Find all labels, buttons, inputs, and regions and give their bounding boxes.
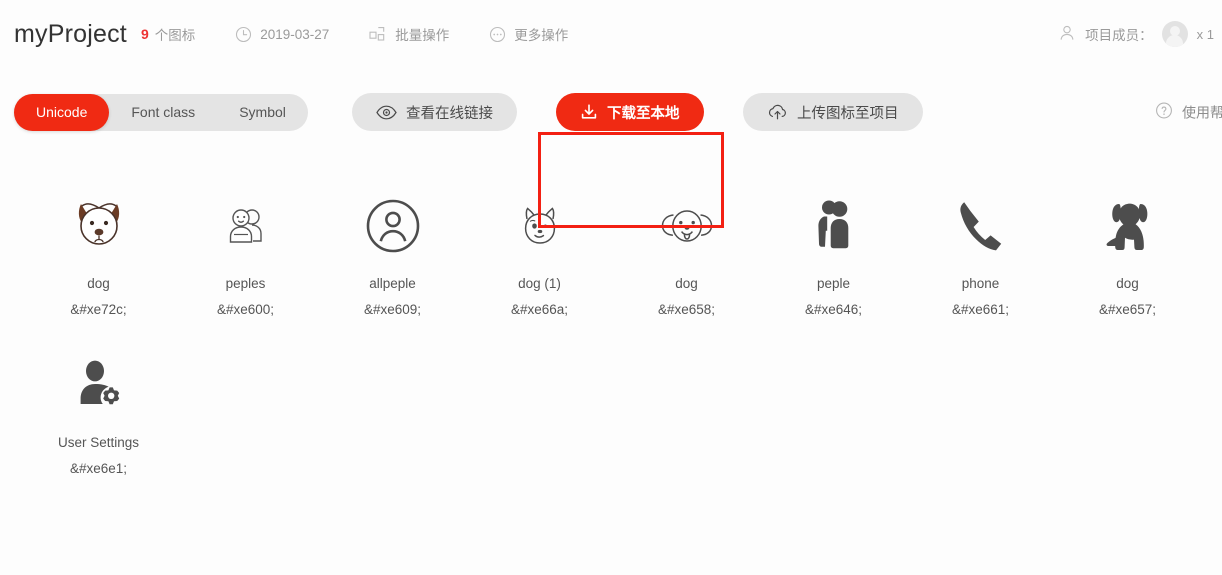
help-label: 使用帮 bbox=[1182, 104, 1222, 120]
cloud-upload-icon bbox=[767, 104, 788, 121]
icon-cell[interactable]: dog &#xe657; bbox=[1054, 190, 1201, 317]
project-members[interactable]: 项目成员： x 1 bbox=[1058, 21, 1214, 47]
batch-grid-icon bbox=[369, 26, 387, 43]
icon-cell[interactable]: allpeple &#xe609; bbox=[319, 190, 466, 317]
clock-icon bbox=[235, 26, 252, 43]
view-online-link-button[interactable]: 查看在线链接 bbox=[352, 93, 517, 131]
icon-code: &#xe66a; bbox=[510, 302, 569, 317]
icon-name: peple bbox=[816, 276, 851, 291]
project-date-label: 2019-03-27 bbox=[260, 26, 330, 42]
eye-icon bbox=[376, 105, 397, 120]
icon-code: &#xe657; bbox=[1098, 302, 1157, 317]
icon-name: dog bbox=[675, 276, 698, 291]
user-in-circle-icon bbox=[357, 190, 429, 262]
icon-count-label: 个图标 bbox=[154, 28, 196, 43]
sitting-dog-solid-icon bbox=[1092, 190, 1164, 262]
icon-name: phone bbox=[961, 276, 1000, 291]
icon-name: User Settings bbox=[57, 435, 140, 450]
view-online-link-label: 查看在线链接 bbox=[406, 105, 493, 122]
icon-cell[interactable]: phone &#xe661; bbox=[907, 190, 1054, 317]
download-icon bbox=[580, 103, 598, 121]
avatar[interactable] bbox=[1161, 21, 1188, 47]
help-link[interactable]: 使用帮 bbox=[1155, 102, 1222, 123]
phone-handset-icon bbox=[945, 190, 1017, 262]
icon-cell[interactable]: User Settings &#xe6e1; bbox=[25, 349, 172, 476]
page-title: myProject bbox=[14, 19, 127, 48]
members-label: 项目成员： bbox=[1085, 28, 1153, 43]
icon-count: 9 bbox=[140, 26, 149, 42]
members-icon bbox=[1058, 24, 1076, 45]
icon-name: peples bbox=[225, 276, 266, 291]
icon-name: allpeple bbox=[369, 276, 416, 291]
question-mark-icon bbox=[1155, 102, 1173, 123]
icon-code: &#xe658; bbox=[657, 302, 716, 317]
icon-code: &#xe6e1; bbox=[69, 461, 128, 476]
download-to-local-label: 下载至本地 bbox=[607, 105, 680, 122]
more-ellipsis-icon bbox=[489, 26, 506, 43]
icon-code: &#xe661; bbox=[951, 302, 1010, 317]
toolbar: Unicode Font class Symbol 查看在线链接 下载至本地 上… bbox=[0, 68, 1222, 228]
icon-code: &#xe600; bbox=[216, 302, 275, 317]
download-to-local-button[interactable]: 下载至本地 bbox=[556, 93, 704, 131]
members-count: x 1 bbox=[1196, 26, 1214, 42]
tab-symbol[interactable]: Symbol bbox=[217, 94, 308, 131]
tab-unicode[interactable]: Unicode bbox=[14, 93, 110, 131]
icon-cell[interactable]: peples &#xe600; bbox=[172, 190, 319, 317]
icon-cell[interactable]: dog (1) &#xe66a; bbox=[466, 190, 613, 317]
upload-icons-label: 上传图标至项目 bbox=[797, 105, 899, 122]
icon-code: &#xe72c; bbox=[70, 302, 127, 317]
icon-code: &#xe646; bbox=[804, 302, 863, 317]
two-people-solid-icon bbox=[798, 190, 870, 262]
icon-name: dog (1) bbox=[518, 276, 561, 291]
icon-name: dog bbox=[87, 276, 110, 291]
more-operations-label: 更多操作 bbox=[514, 28, 569, 43]
icon-code: &#xe609; bbox=[363, 302, 422, 317]
icon-cell[interactable]: dog &#xe658; bbox=[613, 190, 760, 317]
dog-face-brown-ears-icon bbox=[63, 190, 135, 262]
more-operations-button[interactable]: 更多操作 bbox=[489, 24, 568, 44]
tab-font-class[interactable]: Font class bbox=[109, 94, 217, 131]
icon-grid: dog &#xe72c; peples &#xe600; allpeple &#… bbox=[0, 156, 1222, 476]
icon-cell[interactable]: dog &#xe72c; bbox=[25, 190, 172, 317]
upload-icons-button[interactable]: 上传图标至项目 bbox=[743, 93, 923, 131]
code-format-segmented-control[interactable]: Unicode Font class Symbol bbox=[14, 93, 308, 131]
project-date: 2019-03-27 bbox=[235, 26, 329, 43]
dog-tongue-outline-icon bbox=[651, 190, 723, 262]
batch-operations-label: 批量操作 bbox=[395, 28, 450, 43]
two-people-outline-icon bbox=[210, 190, 282, 262]
icon-cell[interactable]: peple &#xe646; bbox=[760, 190, 907, 317]
page-header: myProject 9 个图标 2019-03-27 批量操作 更多操作 项目成… bbox=[0, 0, 1222, 68]
icon-name: dog bbox=[1116, 276, 1139, 291]
user-gear-icon bbox=[63, 349, 135, 421]
batch-operations-button[interactable]: 批量操作 bbox=[369, 24, 449, 44]
shiba-face-outline-icon bbox=[504, 190, 576, 262]
